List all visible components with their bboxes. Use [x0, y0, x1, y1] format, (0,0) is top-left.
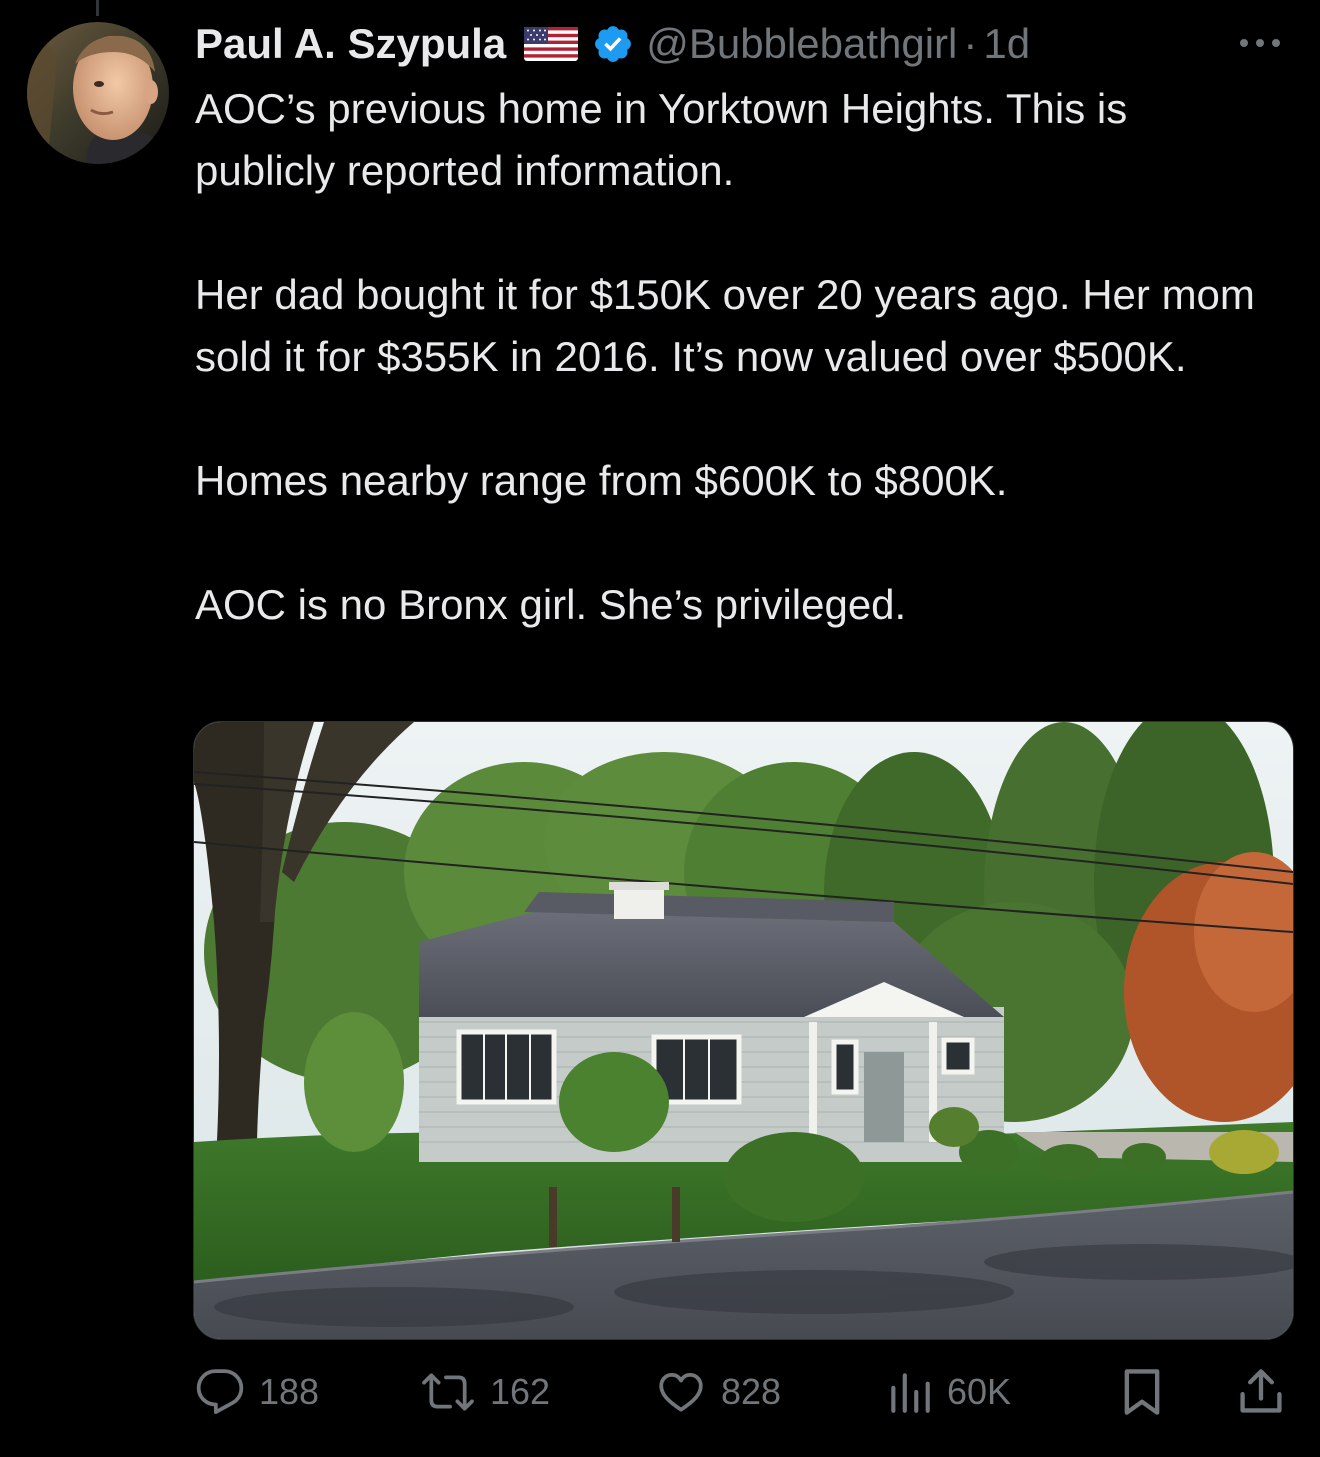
tweet-paragraph: AOC’s previous home in Yorktown Heights.… [195, 85, 1128, 194]
repost-button[interactable]: 162 [420, 1360, 550, 1424]
views-chart-icon [887, 1367, 933, 1417]
tweet-photo-house[interactable] [193, 721, 1294, 1340]
views-count: 60K [947, 1371, 1012, 1412]
reply-button[interactable]: 188 [195, 1360, 319, 1424]
reply-count: 188 [259, 1371, 320, 1412]
repost-count: 162 [490, 1371, 551, 1412]
bookmark-icon [1120, 1366, 1164, 1418]
share-icon [1237, 1366, 1285, 1418]
tweet-timestamp[interactable]: 1d [983, 20, 1030, 68]
tweet-paragraph: AOC is no Bronx girl. She’s privileged. [195, 581, 907, 628]
avatar[interactable] [27, 22, 169, 164]
author-display-name[interactable]: Paul A. Szypula [195, 20, 506, 68]
like-count: 828 [721, 1371, 782, 1412]
tweet-paragraph: Homes nearby range from $600K to $800K. [195, 457, 1008, 504]
separator-dot: · [963, 20, 978, 67]
more-options-icon[interactable] [1230, 28, 1290, 58]
views-button[interactable]: 60K [887, 1360, 1011, 1424]
author-handle[interactable]: @Bubblebathgirl [646, 20, 957, 68]
tweet-paragraph: Her dad bought it for $150K over 20 year… [195, 271, 1255, 380]
repost-icon [420, 1367, 476, 1417]
heart-icon [655, 1367, 707, 1417]
tweet-actions-bar: 188 162 828 60K [195, 1360, 1290, 1424]
reply-icon [195, 1367, 245, 1417]
share-button[interactable] [1237, 1360, 1285, 1424]
tweet-header: Paul A. Szypula @Bubblebathgirl · 1d [195, 16, 1030, 72]
us-flag-icon [524, 27, 579, 61]
tweet-body: AOC’s previous home in Yorktown Heights.… [195, 78, 1275, 636]
verified-badge-icon[interactable] [592, 23, 634, 65]
thread-connector-line [96, 0, 99, 16]
bookmark-button[interactable] [1120, 1360, 1164, 1424]
like-button[interactable]: 828 [655, 1360, 781, 1424]
